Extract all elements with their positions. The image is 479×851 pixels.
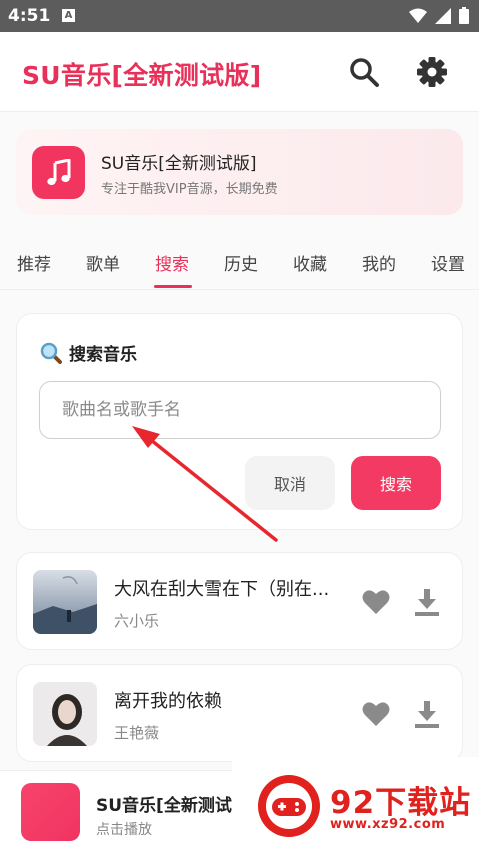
app-screen: 4:51 A SU音乐[全新测试版] SU音乐[全新测试版] 专注于酷我VIP音… <box>0 0 479 851</box>
active-tab-indicator <box>154 285 192 288</box>
notification-icon: A <box>62 9 75 22</box>
tab-history[interactable]: 历史 <box>224 250 258 275</box>
system-icons <box>409 7 469 24</box>
status-time: 4:51 <box>8 6 51 26</box>
tab-playlists[interactable]: 歌单 <box>86 250 120 275</box>
search-heading: 搜索音乐 <box>39 340 137 365</box>
tab-mine[interactable]: 我的 <box>362 250 396 275</box>
cancel-button[interactable]: 取消 <box>245 456 335 510</box>
tab-settings[interactable]: 设置 <box>431 250 465 275</box>
song-item[interactable]: 大风在刮大雪在下（别在... 六小乐 <box>16 552 463 650</box>
song-cover <box>33 682 97 746</box>
app-title: SU音乐[全新测试版] <box>22 61 262 90</box>
favorite-button[interactable] <box>362 701 390 727</box>
player-cover <box>21 783 80 841</box>
watermark: 92下载站 www.xz92.com <box>232 757 479 851</box>
magnifier-emoji-icon <box>40 342 62 364</box>
tab-search[interactable]: 搜索 <box>155 250 189 275</box>
watermark-text: 92下载站 <box>330 785 472 821</box>
signal-icon <box>435 7 451 24</box>
watermark-url: www.xz92.com <box>330 817 446 832</box>
heart-icon <box>362 590 390 614</box>
favorite-button[interactable] <box>362 589 390 615</box>
search-icon <box>350 58 379 87</box>
search-submit-button[interactable]: 搜索 <box>351 456 441 510</box>
app-logo <box>32 146 85 199</box>
status-bar: 4:51 A <box>0 0 479 32</box>
song-cover <box>33 570 97 634</box>
music-note-icon <box>46 158 70 185</box>
song-title: 离开我的依赖 <box>114 691 222 712</box>
song-item[interactable]: 离开我的依赖 王艳薇 <box>16 664 463 762</box>
banner-title: SU音乐[全新测试版] <box>101 154 257 174</box>
settings-button[interactable] <box>414 54 450 90</box>
app-info-banner: SU音乐[全新测试版] 专注于酷我VIP音源，长期免费 <box>16 129 463 215</box>
tab-bar: 推荐 歌单 搜索 历史 收藏 我的 设置 <box>0 232 479 290</box>
search-input[interactable] <box>39 381 441 439</box>
download-button[interactable] <box>413 699 441 729</box>
song-artist: 六小乐 <box>114 612 160 630</box>
battery-icon <box>459 7 469 24</box>
watermark-logo-icon <box>258 775 320 837</box>
search-button[interactable] <box>346 54 382 90</box>
tab-favorites[interactable]: 收藏 <box>293 250 327 275</box>
app-bar: SU音乐[全新测试版] <box>0 32 479 112</box>
tab-recommend[interactable]: 推荐 <box>17 250 51 275</box>
search-panel: 搜索音乐 取消 搜索 <box>16 313 463 530</box>
song-artist: 王艳薇 <box>114 724 160 742</box>
player-title: SU音乐[全新测试版] <box>96 796 236 816</box>
banner-subtitle: 专注于酷我VIP音源，长期免费 <box>101 182 278 197</box>
gear-icon <box>417 57 447 87</box>
wifi-icon <box>409 8 427 23</box>
download-button[interactable] <box>413 587 441 617</box>
download-icon <box>415 589 439 616</box>
search-heading-label: 搜索音乐 <box>69 345 137 365</box>
heart-icon <box>362 702 390 726</box>
download-icon <box>415 701 439 728</box>
song-title: 大风在刮大雪在下（别在... <box>114 579 330 600</box>
player-subtitle: 点击播放 <box>96 822 152 838</box>
